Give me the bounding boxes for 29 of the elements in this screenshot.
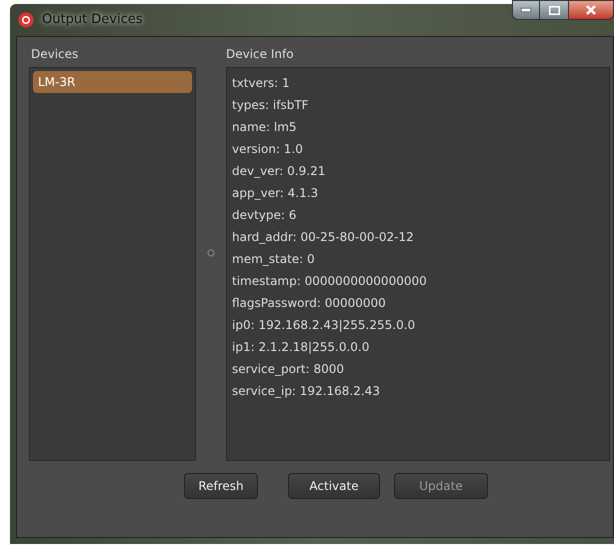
minimize-button[interactable] <box>512 0 540 20</box>
window-title: Output Devices <box>42 11 143 30</box>
info-line: service_ip: 192.168.2.43 <box>232 383 381 400</box>
device-item[interactable]: LM-3R <box>33 71 192 93</box>
devices-label: Devices <box>31 46 80 63</box>
info-line: timestamp: 0000000000000000 <box>232 273 428 290</box>
close-button[interactable] <box>568 0 614 20</box>
info-line: ip1: 2.1.2.18|255.0.0.0 <box>232 339 370 356</box>
info-line: name: lm5 <box>232 119 298 136</box>
close-icon <box>586 5 596 15</box>
maximize-icon <box>548 6 560 14</box>
device-info-label: Device Info <box>226 46 295 63</box>
info-line: app_ver: 4.1.3 <box>232 185 320 202</box>
info-line: service_port: 8000 <box>232 361 345 378</box>
activate-button[interactable]: Activate <box>288 473 380 499</box>
info-line: ip0: 192.168.2.43|255.255.0.0 <box>232 317 416 334</box>
app-logo-icon <box>18 12 34 28</box>
info-line: txtvers: 1 <box>232 75 291 92</box>
splitter-handle-icon[interactable] <box>207 249 215 257</box>
info-line: hard_addr: 00-25-80-00-02-12 <box>232 229 415 246</box>
maximize-button[interactable] <box>540 0 568 20</box>
refresh-button[interactable]: Refresh <box>184 473 258 499</box>
info-line: devtype: 6 <box>232 207 298 224</box>
info-line: version: 1.0 <box>232 141 304 158</box>
info-line: types: ifsbTF <box>232 97 310 114</box>
info-line: flagsPassword: 00000000 <box>232 295 387 312</box>
info-line: dev_ver: 0.9.21 <box>232 163 326 180</box>
info-line: mem_state: 0 <box>232 251 316 268</box>
minimize-icon <box>521 8 531 12</box>
